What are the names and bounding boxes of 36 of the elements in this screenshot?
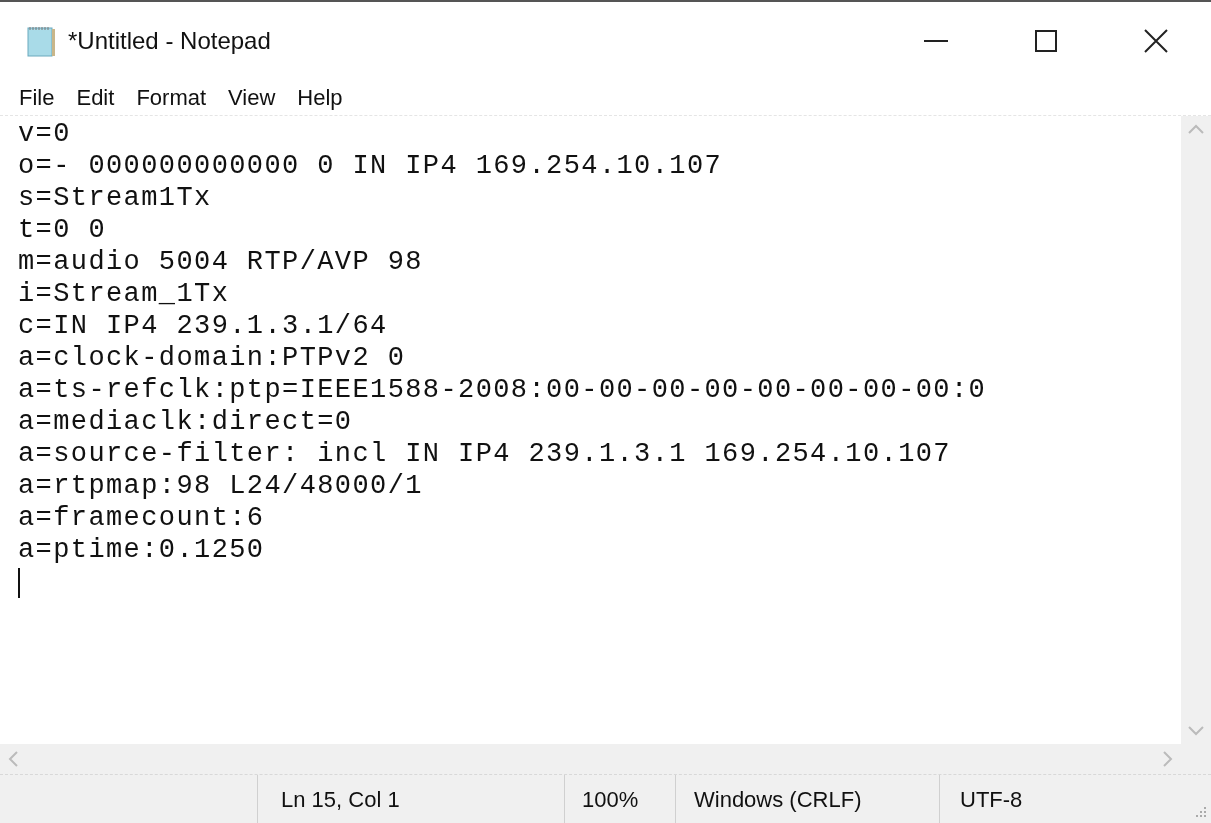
text-line: a=ptime:0.1250 [18, 534, 265, 566]
maximize-icon [1035, 30, 1057, 52]
menu-item[interactable]: Format [127, 82, 216, 113]
scroll-down-icon [1188, 726, 1204, 736]
menu-item[interactable]: Help [288, 82, 352, 113]
text-line: a=framecount:6 [18, 502, 265, 534]
text-line: c=IN IP4 239.1.3.1/64 [18, 310, 388, 342]
text-line: a=rtpmap:98 L24/48000/1 [18, 470, 423, 502]
close-icon [1144, 29, 1168, 53]
scroll-up-icon [1188, 124, 1204, 134]
notepad-icon [24, 24, 58, 58]
zoom-level: 100% [582, 785, 639, 814]
menu-item[interactable]: File [10, 82, 64, 113]
text-line: a=mediaclk:direct=0 [18, 406, 353, 438]
menu-item[interactable]: View [219, 82, 285, 113]
encoding: UTF-8 [960, 785, 1023, 814]
text-line: t=0 0 [18, 214, 106, 246]
resize-grip-icon [1193, 805, 1207, 819]
window-title: *Untitled - Notepad [68, 26, 271, 56]
text-line: s=Stream1Tx [18, 182, 212, 214]
text-line: a=clock-domain:PTPv2 0 [18, 342, 406, 374]
text-line: m=audio 5004 RTP/AVP 98 [18, 246, 423, 278]
horizontal-scrollbar[interactable] [0, 744, 1181, 774]
vertical-scrollbar[interactable] [1181, 116, 1211, 744]
scroll-right-icon [1163, 751, 1173, 767]
minimize-icon [924, 40, 948, 42]
menu-item[interactable]: Edit [67, 82, 124, 113]
scroll-left-icon [8, 751, 18, 767]
text-cursor [18, 568, 20, 598]
text-line: i=Stream_1Tx [18, 278, 230, 310]
line-ending: Windows (CRLF) [694, 785, 862, 814]
cursor-position: Ln 15, Col 1 [281, 785, 400, 814]
text-line: v=0 [18, 118, 71, 150]
text-line: o=- 000000000000 0 IN IP4 169.254.10.107 [18, 150, 723, 182]
text-line: a=source-filter: incl IN IP4 239.1.3.1 169.254.10.107 [18, 438, 951, 470]
text-line: a=ts-refclk:ptp=IEEE1588-2008:00-00-00-00-00-00-00-00:0 [18, 374, 987, 406]
